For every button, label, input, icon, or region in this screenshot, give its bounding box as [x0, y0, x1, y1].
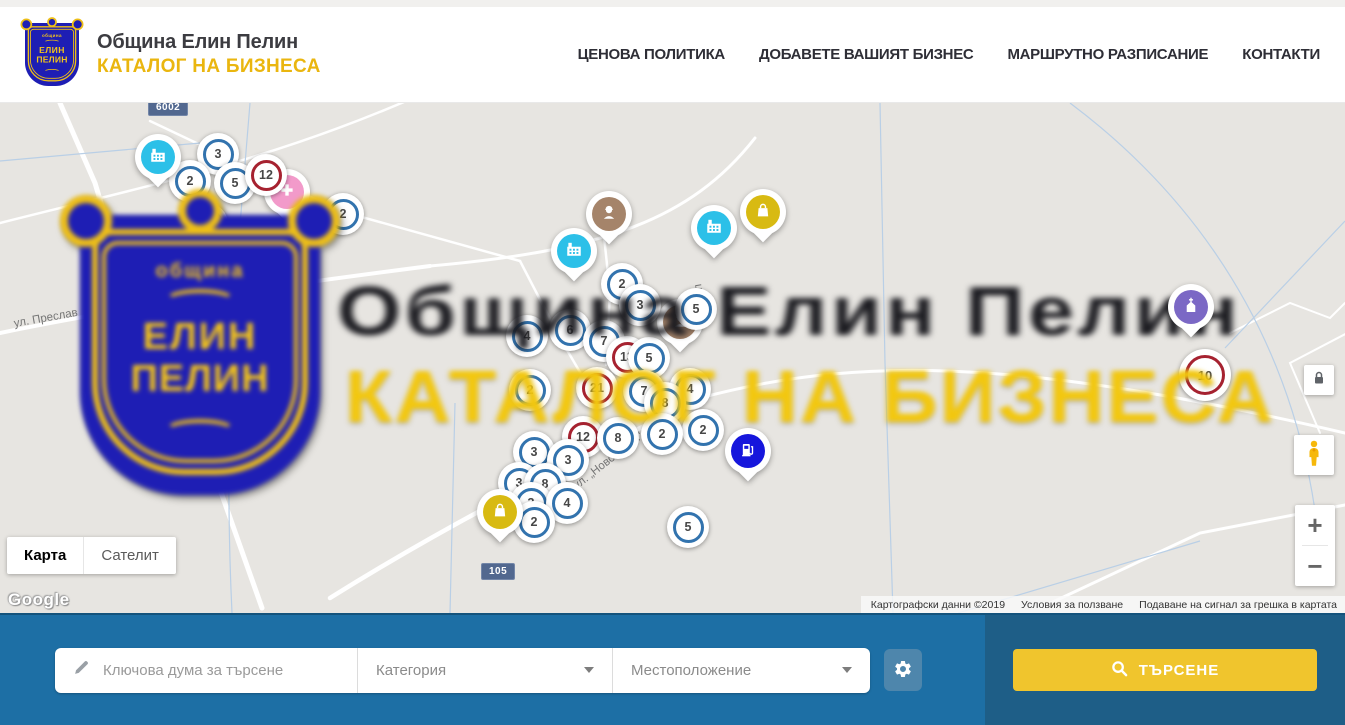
factory-icon [565, 240, 583, 263]
cluster-count: 4 [512, 321, 543, 352]
municipality-crest-logo: община ЕЛИН ПЕЛИН [25, 23, 81, 87]
location-select[interactable]: Местоположение [612, 648, 870, 693]
cluster-marker[interactable]: 12 [245, 154, 287, 196]
category-select-label: Категория [376, 662, 446, 679]
zoom-out-button[interactable]: − [1295, 546, 1335, 586]
pegman-icon [1303, 439, 1325, 472]
cluster-marker[interactable]: 2 [509, 369, 551, 411]
search-input-group: Категория Местоположение [55, 648, 870, 693]
cluster-marker[interactable]: 21 [576, 367, 618, 409]
map-canvas[interactable]: ул. Преславбул. „Новоселци“ци“ 6002105 3… [0, 103, 1345, 613]
map-zoom-control: + − [1295, 505, 1335, 586]
church-pin-marker[interactable] [1168, 284, 1214, 342]
factory-icon [705, 217, 723, 240]
site-header: община ЕЛИН ПЕЛИН Община Елин Пелин КАТА… [0, 7, 1345, 103]
church-icon [1182, 296, 1200, 319]
google-logo[interactable]: Google [8, 590, 70, 610]
gear-icon [893, 659, 913, 682]
cluster-count: 5 [634, 343, 665, 374]
site-logo[interactable]: община ЕЛИН ПЕЛИН Община Елин Пелин КАТА… [25, 23, 321, 87]
bag-icon [491, 501, 509, 524]
search-button[interactable]: ТЪРСЕНЕ [1013, 649, 1317, 691]
advanced-search-button[interactable] [884, 649, 922, 691]
site-subtitle: КАТАЛОГ НА БИЗНЕСА [97, 56, 321, 78]
search-button-label: ТЪРСЕНЕ [1139, 662, 1220, 679]
location-select-label: Местоположение [631, 662, 751, 679]
site-title: Община Елин Пелин [97, 31, 321, 54]
cluster-count: 21 [582, 373, 613, 404]
pencil-icon [73, 659, 90, 681]
zoom-in-button[interactable]: + [1295, 505, 1335, 545]
keyword-search-input[interactable] [103, 662, 343, 679]
terms-of-use-link[interactable]: Условия за ползване [1021, 599, 1123, 611]
factory-pin-marker[interactable] [691, 205, 737, 263]
cluster-count: 2 [328, 199, 359, 230]
main-nav: ЦЕНОВА ПОЛИТИКА ДОБАВЕТЕ ВАШИЯТ БИЗНЕС М… [578, 46, 1320, 63]
cluster-count: 10 [1185, 355, 1225, 395]
factory-icon [149, 146, 167, 169]
cluster-count: 2 [519, 507, 550, 538]
category-select[interactable]: Категория [357, 648, 612, 693]
page-top-strip [0, 0, 1345, 7]
road-number-badge: 6002 [148, 103, 188, 116]
map-type-control: Карта Сателит [7, 537, 176, 574]
cluster-count: 5 [673, 512, 704, 543]
crest-name-line1: ЕЛИН [25, 45, 79, 55]
satellite-view-button[interactable]: Сателит [83, 537, 176, 574]
cluster-count: 2 [647, 419, 678, 450]
search-button-panel: ТЪРСЕНЕ [985, 615, 1345, 725]
cluster-marker[interactable]: 5 [667, 506, 709, 548]
cluster-count: 6 [555, 315, 586, 346]
map-view-button[interactable]: Карта [7, 537, 83, 574]
worker-pin-marker[interactable] [586, 191, 632, 249]
nav-item-contacts[interactable]: КОНТАКТИ [1242, 46, 1320, 63]
bag-icon [754, 201, 772, 224]
cluster-marker[interactable]: 5 [675, 288, 717, 330]
cluster-marker[interactable]: 2 [641, 413, 683, 455]
cluster-marker[interactable]: 10 [1179, 349, 1231, 401]
map-lock-button[interactable] [1304, 365, 1334, 395]
factory-pin-marker[interactable] [135, 134, 181, 192]
nav-item-pricing[interactable]: ЦЕНОВА ПОЛИТИКА [578, 46, 725, 63]
lock-icon [1310, 369, 1328, 392]
cluster-count: 5 [681, 294, 712, 325]
road-number-badge: 105 [481, 563, 515, 580]
cluster-marker[interactable]: 3 [619, 284, 661, 326]
chevron-down-icon [842, 667, 852, 673]
nav-item-add-business[interactable]: ДОБАВЕТЕ ВАШИЯТ БИЗНЕС [759, 46, 973, 63]
worker-icon [600, 203, 618, 226]
nav-item-route-schedule[interactable]: МАРШРУТНО РАЗПИСАНИЕ [1007, 46, 1208, 63]
cluster-marker[interactable]: 2 [682, 409, 724, 451]
cluster-count: 12 [251, 160, 282, 191]
search-icon [1111, 660, 1128, 681]
crest-name-line2: ПЕЛИН [25, 55, 79, 65]
cluster-count: 2 [192, 209, 223, 240]
cluster-count: 8 [603, 423, 634, 454]
cluster-marker[interactable]: 2 [186, 203, 228, 245]
cluster-count: 2 [688, 415, 719, 446]
fuel-icon [739, 440, 757, 463]
search-bar: Категория Местоположение ТЪРСЕНЕ [0, 613, 1345, 725]
cluster-marker[interactable]: 8 [597, 417, 639, 459]
keyword-field-wrap [55, 648, 357, 693]
chevron-down-icon [584, 667, 594, 673]
cluster-count: 4 [552, 488, 583, 519]
street-view-pegman-button[interactable] [1294, 435, 1334, 475]
fuel-pin-marker[interactable] [725, 428, 771, 486]
cluster-count: 2 [515, 375, 546, 406]
cluster-marker[interactable]: 4 [506, 315, 548, 357]
bag-pin-marker[interactable] [740, 189, 786, 247]
cluster-marker[interactable]: 2 [322, 193, 364, 235]
cluster-count: 3 [625, 290, 656, 321]
map-attribution: Картографски данни ©2019 Условия за полз… [861, 596, 1345, 613]
bag-pin-marker[interactable] [477, 489, 523, 547]
crest-top-text: община [25, 33, 79, 38]
report-map-error-link[interactable]: Подаване на сигнал за грешка в картата [1139, 599, 1337, 611]
map-data-copyright: Картографски данни ©2019 [871, 599, 1005, 611]
